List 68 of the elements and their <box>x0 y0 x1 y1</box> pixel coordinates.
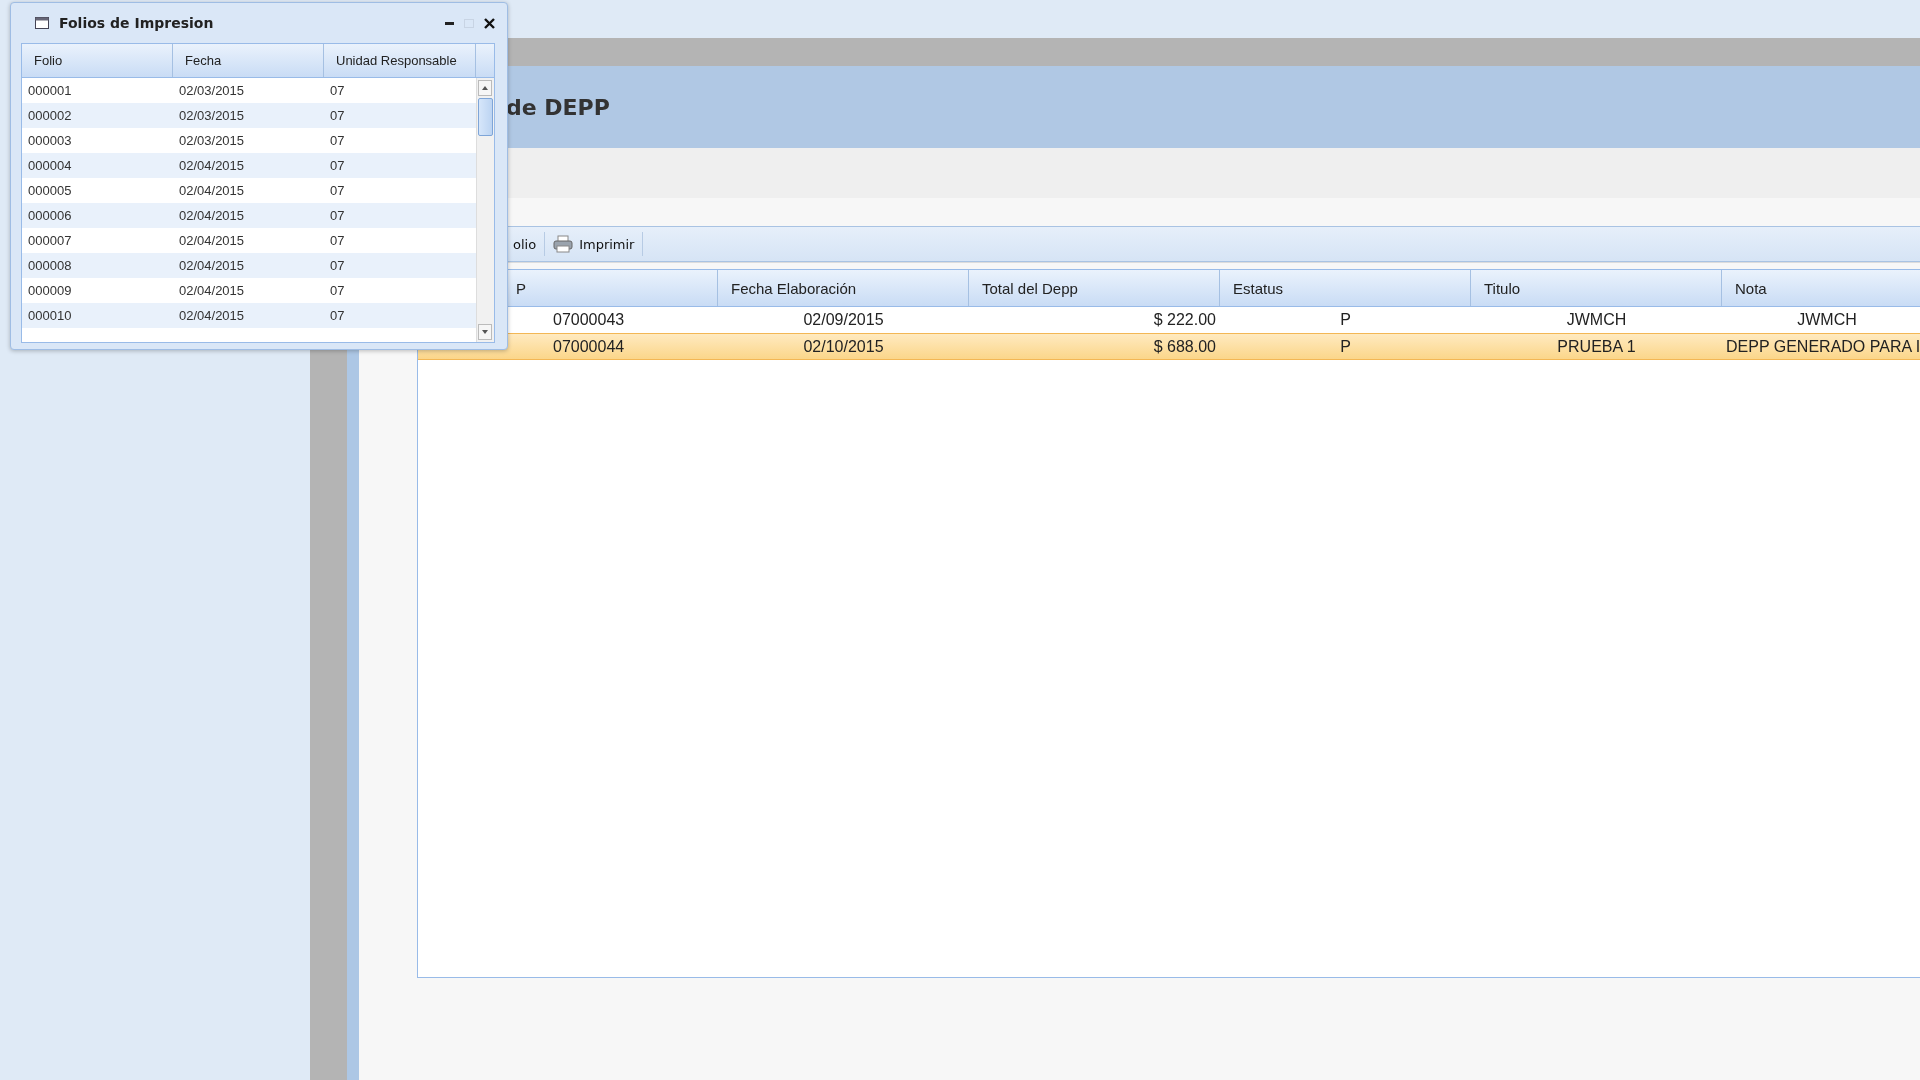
table-cell-text: 02/04/2015 <box>178 232 246 250</box>
table-cell-text: 000010 <box>27 307 73 325</box>
column-header[interactable]: Nota <box>1722 270 1920 306</box>
table-cell: JWMCH <box>1797 310 1857 329</box>
scroll-thumb[interactable] <box>478 98 493 136</box>
column-header[interactable]: Unidad Responsable <box>324 44 476 77</box>
page-title: de DEPP <box>506 94 610 120</box>
table-cell-text: 000008 <box>27 257 73 275</box>
table-cell-text: 02/04/2015 <box>178 282 246 300</box>
scrollbar[interactable] <box>476 78 494 342</box>
column-header[interactable]: Titulo <box>1471 270 1722 306</box>
table-cell: 02/09/2015 <box>803 310 884 329</box>
table-cell-text: 07 <box>329 132 346 150</box>
toolbar-button[interactable]: olio <box>507 230 545 258</box>
table-cell: PRUEBA 1 <box>1557 337 1636 356</box>
column-header[interactable]: Total del Depp <box>969 270 1220 306</box>
table-cell: 07000043 <box>553 310 625 329</box>
table-cell-text: 07 <box>329 257 346 275</box>
window-icon <box>35 17 49 29</box>
table-cell-text: 07 <box>329 107 346 125</box>
table-cell-text: 000003 <box>27 132 73 150</box>
table-cell: 02/10/2015 <box>803 337 884 356</box>
table-cell: DEPP GENERADO PARA I <box>1726 337 1920 356</box>
scroll-up-icon[interactable] <box>478 80 492 96</box>
table-row[interactable]: 07000044 02/10/2015 $ 688.00 P PRUEBA 1 DEPP GENERADO PARA I <box>418 333 1920 360</box>
column-header[interactable]: Folio <box>22 44 173 77</box>
table-row[interactable]: 000002 02/03/2015 07 <box>22 103 476 128</box>
table-cell-text: 07 <box>329 82 346 100</box>
scroll-down-icon[interactable] <box>478 324 492 340</box>
table-cell-text: 07 <box>329 157 346 175</box>
table-cell-text: 02/04/2015 <box>178 257 246 275</box>
table-cell-text: 000005 <box>27 182 73 200</box>
table-cell-text: 000006 <box>27 207 73 225</box>
table-cell: 07000044 <box>553 337 625 356</box>
table-cell: JWMCH <box>1566 310 1627 329</box>
table-row[interactable]: 000010 02/04/2015 07 <box>22 303 476 328</box>
table-cell: P <box>1340 337 1351 356</box>
table-cell-text: 02/04/2015 <box>178 157 246 175</box>
table-cell-text: 07 <box>329 207 346 225</box>
table-cell-text: 02/03/2015 <box>178 132 246 150</box>
table-cell-text: 07 <box>329 232 346 250</box>
table-cell-text: 000007 <box>27 232 73 250</box>
table-cell-text: 02/03/2015 <box>178 107 246 125</box>
table-cell-text: 000001 <box>27 82 73 100</box>
table-cell-text: 000002 <box>27 107 73 125</box>
table-cell: $ 688.00 <box>1153 337 1216 356</box>
table-cell: $ 222.00 <box>1153 310 1216 329</box>
table-cell-text: 07 <box>329 307 346 325</box>
table-cell-text: 02/03/2015 <box>178 82 246 100</box>
table-cell-text: 02/04/2015 <box>178 207 246 225</box>
column-header[interactable]: Fecha Elaboración <box>718 270 969 306</box>
column-header[interactable]: Estatus <box>1220 270 1471 306</box>
column-header[interactable]: Fecha <box>173 44 324 77</box>
toolbar-button[interactable]: Imprimir <box>545 230 643 258</box>
dialog-title: Folios de Impresion <box>59 15 214 31</box>
table-cell-text: 02/04/2015 <box>178 307 246 325</box>
table-cell-text: 02/04/2015 <box>178 182 246 200</box>
printer-icon <box>553 235 574 253</box>
table-row[interactable]: 000006 02/04/2015 07 <box>22 203 476 228</box>
table-cell-text: 07 <box>329 182 346 200</box>
table-cell-text: 000004 <box>27 157 73 175</box>
minimize-icon[interactable] <box>445 21 454 25</box>
table-row[interactable]: 000008 02/04/2015 07 <box>22 253 476 278</box>
close-icon[interactable] <box>484 17 495 29</box>
table-cell: P <box>1340 310 1351 329</box>
table-cell-text: 000009 <box>27 282 73 300</box>
table-row[interactable]: 000004 02/04/2015 07 <box>22 153 476 178</box>
table-cell-text: 07 <box>329 282 346 300</box>
